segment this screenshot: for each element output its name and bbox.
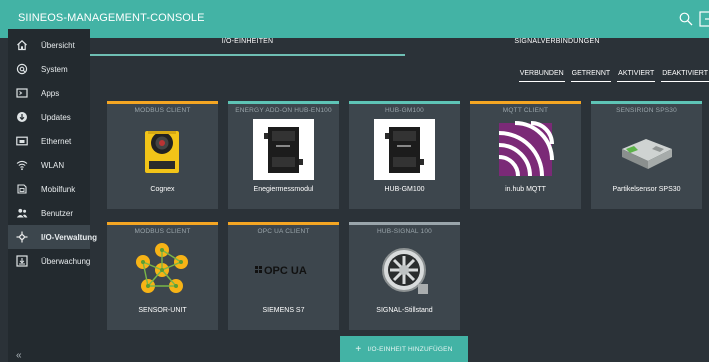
collapse-sidebar-icon[interactable]: « [16, 350, 22, 361]
camera-image [145, 131, 179, 173]
sensor-image [622, 139, 672, 169]
home-icon [16, 39, 28, 51]
io-card-enegiermessmodul[interactable]: ENERGY ADD-ON HUB-EN100 Enegiermessmodul [228, 101, 339, 209]
ethernet-icon [16, 135, 28, 147]
mobile-icon [16, 183, 28, 195]
card-name-label: SIGNAL-Stillstand [376, 307, 433, 314]
sidebar-item-benutzer[interactable]: Benutzer [8, 201, 90, 225]
io-card-inhub-mqtt[interactable]: MQTT CLIENT in.hub MQTT [470, 101, 581, 209]
card-type-label: HUB-SIGNAL 100 [377, 228, 432, 235]
sidebar-item-ethernet[interactable]: Ethernet [8, 129, 90, 153]
sidebar-item-label: Ethernet [41, 136, 72, 146]
sidebar-item-mobilfunk[interactable]: Mobilfunk [8, 177, 90, 201]
io-icon [16, 231, 28, 243]
sidebar-item-label: Übersicht [41, 40, 75, 50]
add-io-unit-button[interactable]: + I/O-EINHEIT HINZUFÜGEN [340, 336, 468, 362]
sidebar-item-wlan[interactable]: WLAN [8, 153, 90, 177]
updates-icon [16, 111, 28, 123]
card-name-label: SENSOR-UNIT [138, 307, 187, 314]
tab-io-einheiten[interactable]: I/O-EINHEITEN [90, 29, 405, 54]
io-card-signal-stillstand[interactable]: HUB-SIGNAL 100 SIGNAL-Stillstand [349, 222, 460, 330]
network-image [136, 243, 188, 293]
logout-icon[interactable] [699, 11, 709, 27]
status-bar [107, 101, 218, 104]
sidebar-item-uebersicht[interactable]: Übersicht [8, 33, 90, 57]
io-card-sensor-unit[interactable]: MODBUS CLIENT SENSOR-UNIT [107, 222, 218, 330]
card-type-label: MODBUS CLIENT [134, 107, 191, 114]
card-type-label: OPC UA CLIENT [257, 228, 310, 235]
module-image [374, 119, 435, 180]
opcua-logo: OPC UA [255, 265, 307, 277]
app-title: SIINEOS-MANAGEMENT-CONSOLE [18, 12, 205, 24]
sidebar-item-label: Benutzer [41, 208, 74, 218]
io-card-cognex[interactable]: MODBUS CLIENT Cognex [107, 101, 218, 209]
filter-deaktiviert-button[interactable]: DEAKTIVIERT [661, 70, 709, 82]
status-bar [349, 222, 460, 225]
tab-signalverbindungen[interactable]: SIGNALVERBINDUNGEN [405, 29, 709, 54]
card-name-label: Cognex [150, 186, 175, 193]
sidebar-item-label: Updates [41, 112, 71, 122]
sidebar: Übersicht System Apps Updates Ethernet W… [8, 29, 97, 362]
signal-image [382, 248, 428, 294]
status-bar [228, 222, 339, 225]
monitoring-icon [16, 255, 28, 267]
mqtt-logo [498, 121, 554, 177]
filter-verbunden-button[interactable]: VERBUNDEN [518, 70, 565, 82]
status-bar [228, 101, 339, 104]
sidebar-item-io-verwaltung[interactable]: I/O-Verwaltung [8, 225, 97, 249]
card-name-label: Partikelsensor SPS30 [612, 186, 681, 193]
card-name-label: HUB-GM100 [384, 186, 425, 193]
filter-bar: VERBUNDEN GETRENNT AKTIVIERT DEAKTIVIERT [518, 70, 709, 82]
status-bar [470, 101, 581, 104]
main-content: I/O-EINHEITEN SIGNALVERBINDUNGEN VERBUND… [90, 29, 709, 362]
active-tab-indicator [90, 54, 405, 56]
sidebar-item-ueberwachung[interactable]: Überwachung [8, 249, 90, 273]
sidebar-item-apps[interactable]: Apps [8, 81, 90, 105]
sidebar-item-label: Mobilfunk [41, 184, 76, 194]
sidebar-item-updates[interactable]: Updates [8, 105, 90, 129]
sidebar-item-label: WLAN [41, 160, 65, 170]
opcua-logo-text: OPC UA [264, 265, 307, 277]
sidebar-item-label: System [41, 64, 68, 74]
search-icon[interactable] [679, 12, 693, 26]
status-bar [107, 222, 218, 225]
status-bar [591, 101, 702, 104]
apps-icon [16, 87, 28, 99]
add-io-unit-label: I/O-EINHEIT HINZUFÜGEN [367, 345, 453, 353]
io-card-hub-gm100[interactable]: HUB-GM100 HUB-GM100 [349, 101, 460, 209]
card-type-label: SENSIRION SPS30 [616, 107, 677, 114]
module-image [253, 119, 314, 180]
system-icon [16, 63, 28, 75]
sidebar-item-label: Apps [41, 88, 60, 98]
users-icon [16, 207, 28, 219]
card-type-label: MODBUS CLIENT [134, 228, 191, 235]
card-type-label: ENERGY ADD-ON HUB-EN100 [235, 107, 332, 114]
card-name-label: in.hub MQTT [505, 186, 546, 193]
sidebar-item-label: I/O-Verwaltung [41, 232, 98, 242]
card-name-label: SIEMENS S7 [262, 307, 305, 314]
wifi-icon [16, 159, 28, 171]
card-type-label: MQTT CLIENT [502, 107, 549, 114]
io-card-partikelsensor-sps30[interactable]: SENSIRION SPS30 Partikelsensor SPS30 [591, 101, 702, 209]
sidebar-item-label: Überwachung [41, 256, 91, 266]
io-card-siemens-s7[interactable]: OPC UA CLIENT OPC UA SIEMENS S7 [228, 222, 339, 330]
status-bar [349, 101, 460, 104]
card-type-label: HUB-GM100 [384, 107, 424, 114]
filter-aktiviert-button[interactable]: AKTIVIERT [617, 70, 656, 82]
plus-icon: + [355, 343, 362, 355]
sidebar-item-system[interactable]: System [8, 57, 90, 81]
filter-getrennt-button[interactable]: GETRENNT [570, 70, 612, 82]
card-name-label: Enegiermessmodul [253, 186, 314, 193]
